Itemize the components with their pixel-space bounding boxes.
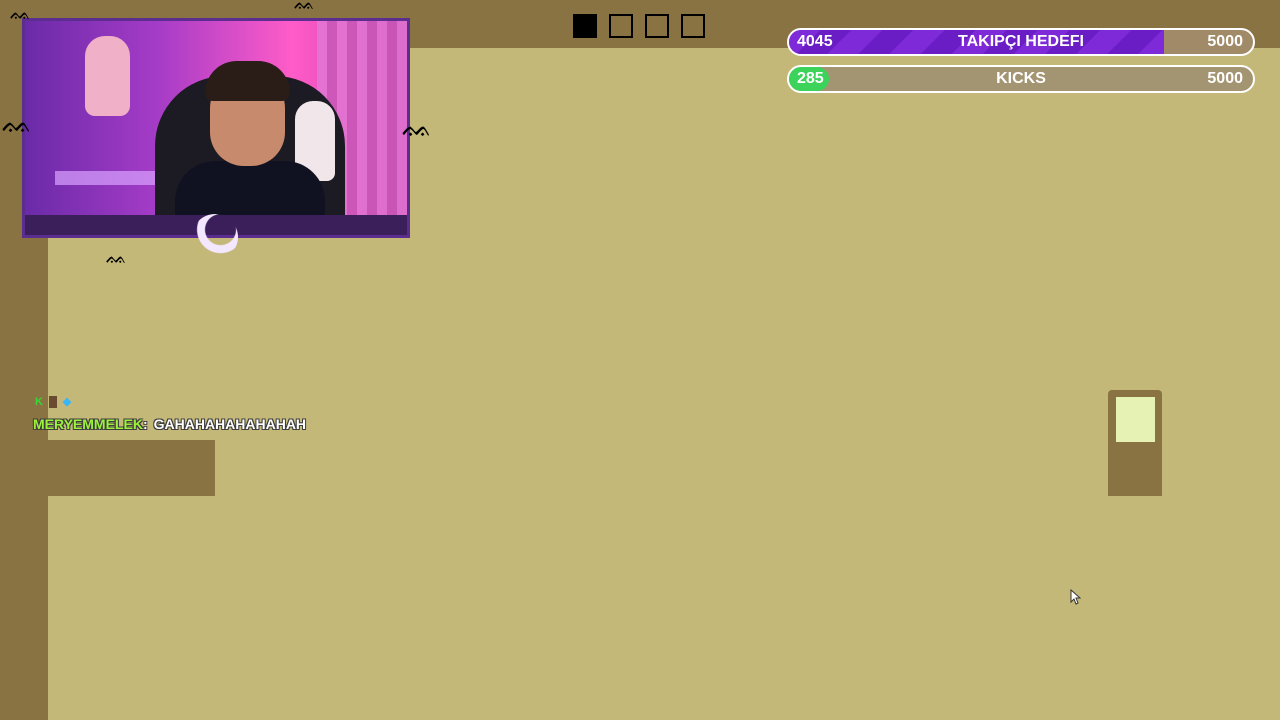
moon-icon bbox=[192, 214, 238, 260]
webcam-figure-left bbox=[85, 36, 130, 116]
bat-icon: ᨐ bbox=[2, 108, 33, 138]
level-box-4 bbox=[681, 14, 705, 38]
kicks-goal-target: 5000 bbox=[1207, 70, 1243, 87]
ledge-platform bbox=[48, 440, 215, 496]
chat-username: MERYEMMELEK bbox=[33, 416, 143, 432]
cube-badge-icon: ◆ bbox=[62, 396, 72, 408]
bat-icon: ᨐ bbox=[106, 247, 128, 267]
streamer-webcam bbox=[22, 18, 410, 238]
level-box-3 bbox=[645, 14, 669, 38]
kick-badge-icon: K bbox=[35, 396, 43, 408]
streamer-hair bbox=[205, 61, 290, 101]
follower-goal-bar: 4045 TAKIPÇI HEDEFI 5000 bbox=[787, 28, 1255, 56]
chat-separator: : bbox=[142, 416, 148, 432]
chat-badges: K ◆ bbox=[33, 396, 73, 408]
sub-badge-icon bbox=[49, 396, 57, 408]
level-box-2 bbox=[609, 14, 633, 38]
bat-icon: ᨐ bbox=[10, 3, 32, 23]
level-progress-tracker bbox=[573, 14, 705, 38]
chat-text: GAHAHAHAHAHAHAH bbox=[153, 416, 307, 432]
bat-icon: ᨐ bbox=[402, 112, 433, 142]
kicks-goal-label: KICKS bbox=[996, 70, 1046, 87]
follower-goal-target: 5000 bbox=[1207, 33, 1243, 50]
bat-icon: ᨐ bbox=[294, 0, 316, 13]
chat-message: MERYEMMELEK: GAHAHAHAHAHAHAH bbox=[33, 416, 306, 432]
kicks-goal-bar: 285 KICKS 5000 bbox=[787, 65, 1255, 93]
cursor-icon bbox=[1070, 588, 1082, 610]
follower-goal-label: TAKIPÇI HEDEFI bbox=[958, 33, 1084, 50]
level-box-1 bbox=[573, 14, 597, 38]
door-window bbox=[1116, 397, 1155, 442]
